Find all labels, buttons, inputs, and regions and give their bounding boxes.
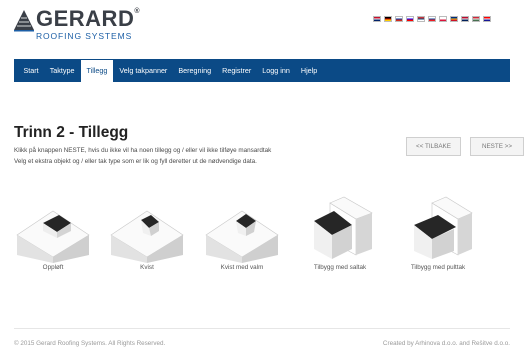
nav-item-velg-takpanner[interactable]: Velg takpanner xyxy=(114,59,173,82)
dormer-icon xyxy=(110,210,184,263)
nav-item-logg-inn[interactable]: Logg inn xyxy=(257,59,296,82)
next-button[interactable]: NESTE >> xyxy=(470,137,524,156)
option-label: Tilbygg med pulttak xyxy=(410,264,466,271)
extension-gable-icon xyxy=(314,196,373,259)
footer-copyright: © 2015 Gerard Roofing Systems. All Right… xyxy=(14,340,166,347)
logo-roof-icon xyxy=(14,10,34,32)
logo-brand: GERARD® xyxy=(36,6,141,31)
flag-de-icon[interactable] xyxy=(384,16,392,22)
option-opploft[interactable]: Oppløft xyxy=(13,195,93,275)
flag-pl-icon[interactable] xyxy=(439,16,447,22)
logo-tagline: ROOFING SYSTEMS xyxy=(36,31,133,41)
flag-hu-icon[interactable] xyxy=(472,16,480,22)
option-label: Kvist med valm xyxy=(220,264,264,271)
flag-ru-icon[interactable] xyxy=(395,16,403,22)
instruction-line-2: Velg et ekstra objekt og / eller tak typ… xyxy=(14,158,257,165)
option-tilbygg-pulttak[interactable]: Tilbygg med pulttak xyxy=(398,195,478,275)
nav-item-taktype[interactable]: Taktype xyxy=(44,59,80,82)
nav-item-registrer[interactable]: Registrer xyxy=(217,59,257,82)
flag-hr-icon[interactable] xyxy=(483,16,491,22)
flag-rs-icon[interactable] xyxy=(417,16,425,22)
addon-options: Oppløft Kvist Kvist med valm Tilbygg med… xyxy=(0,195,524,275)
footer-divider xyxy=(14,328,510,329)
option-label: Oppløft xyxy=(42,264,64,271)
option-label: Kvist xyxy=(140,264,154,271)
nav-item-beregning[interactable]: Beregning xyxy=(173,59,217,82)
gerard-logo[interactable]: GERARD® ROOFING SYSTEMS xyxy=(14,6,140,46)
flag-ro-icon[interactable] xyxy=(450,16,458,22)
option-label: Tilbygg med saltak xyxy=(313,264,367,271)
dormer-hip-icon xyxy=(205,210,279,263)
flag-no-icon[interactable] xyxy=(461,16,469,22)
flag-uk-icon[interactable] xyxy=(373,16,381,22)
main-nav: Start Taktype Tillegg Velg takpanner Beregni… xyxy=(14,59,510,82)
page-title: Trinn 2 - Tillegg xyxy=(14,124,129,141)
option-tilbygg-saltak[interactable]: Tilbygg med saltak xyxy=(300,195,380,275)
nav-item-start[interactable]: Start xyxy=(18,59,44,82)
option-kvist-med-valm[interactable]: Kvist med valm xyxy=(202,195,282,275)
flag-si-icon[interactable] xyxy=(406,16,414,22)
language-selector xyxy=(373,16,491,23)
instruction-line-1: Klikk på knappen NESTE, hvis du ikke vil… xyxy=(14,147,272,154)
back-button[interactable]: << TILBAKE xyxy=(406,137,461,156)
option-kvist[interactable]: Kvist xyxy=(107,195,187,275)
extension-shed-icon xyxy=(414,196,473,259)
footer-credits[interactable]: Created by Arhinova d.o.o. and Rešitve d… xyxy=(383,340,510,347)
nav-item-hjelp[interactable]: Hjelp xyxy=(295,59,322,82)
dormer-raise-icon xyxy=(16,210,90,263)
site-header: GERARD® ROOFING SYSTEMS xyxy=(0,0,524,58)
flag-sk-icon[interactable] xyxy=(428,16,436,22)
nav-item-tillegg[interactable]: Tillegg xyxy=(79,59,114,82)
